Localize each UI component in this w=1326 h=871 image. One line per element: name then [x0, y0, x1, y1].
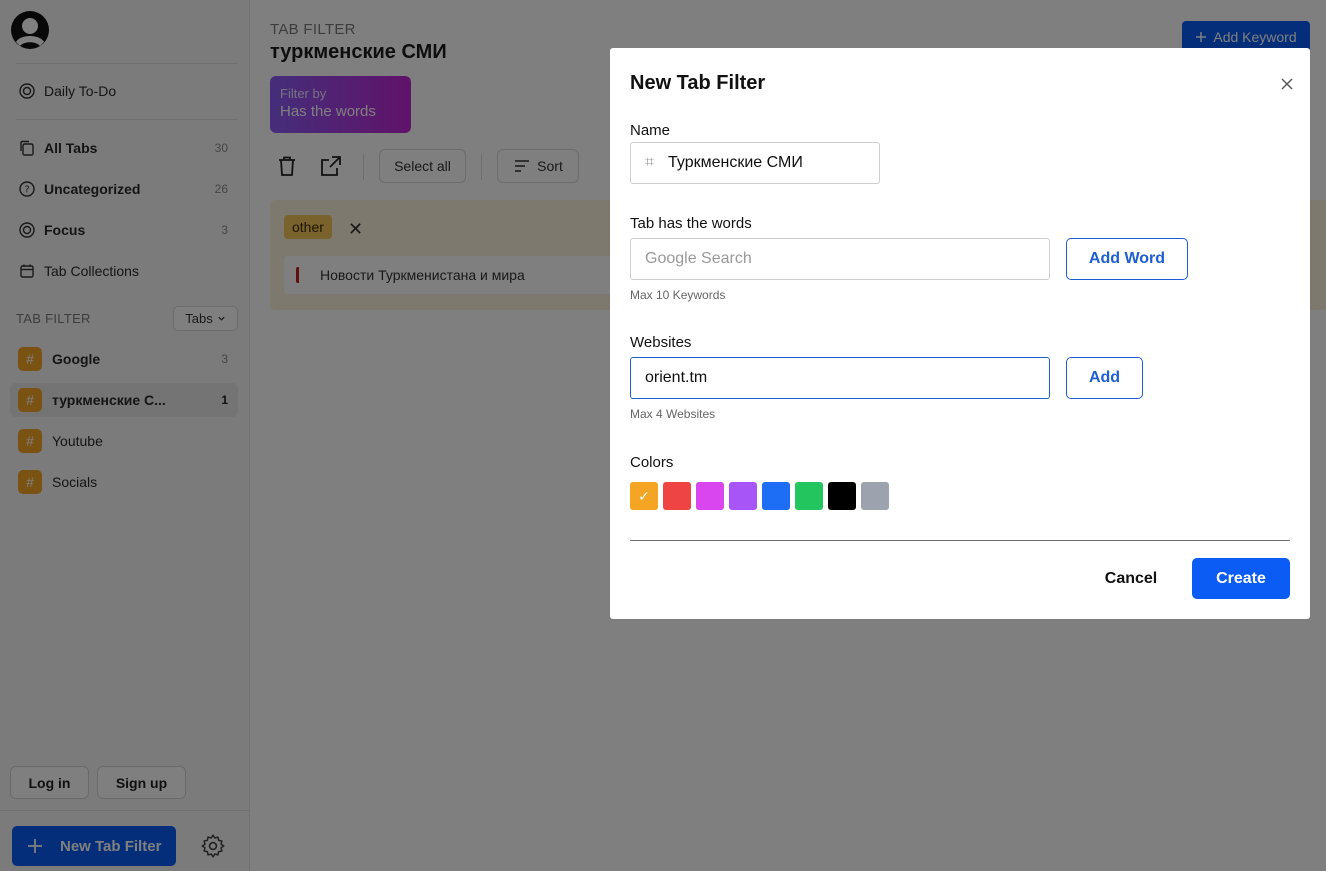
words-placeholder: Google Search [645, 250, 752, 267]
add-website-button[interactable]: Add [1066, 357, 1143, 399]
hash-icon: ⌗ [645, 154, 655, 171]
color-swatch[interactable] [696, 482, 724, 510]
name-value: Туркменские СМИ [668, 154, 803, 171]
add-word-button[interactable]: Add Word [1066, 238, 1188, 280]
color-swatch[interactable] [762, 482, 790, 510]
words-label: Tab has the words [630, 215, 752, 232]
check-icon: ✓ [638, 487, 650, 504]
color-swatch[interactable] [795, 482, 823, 510]
color-swatch[interactable] [663, 482, 691, 510]
websites-label: Websites [630, 334, 692, 351]
cancel-button[interactable]: Cancel [1090, 558, 1172, 600]
color-swatch[interactable]: ✓ [630, 482, 658, 510]
close-icon[interactable] [1278, 75, 1296, 93]
color-swatch[interactable] [729, 482, 757, 510]
words-hint: Max 10 Keywords [630, 288, 726, 302]
colors-label: Colors [630, 454, 674, 471]
websites-value: orient.tm [645, 369, 708, 386]
create-button[interactable]: Create [1192, 558, 1290, 599]
new-tab-filter-dialog: New Tab Filter Name ⌗ Туркменские СМИ Ta… [610, 48, 1310, 619]
color-swatches: ✓ [630, 482, 889, 510]
websites-hint: Max 4 Websites [630, 407, 716, 421]
name-field[interactable]: ⌗ Туркменские СМИ [630, 142, 880, 184]
name-label: Name [630, 122, 671, 139]
words-input[interactable]: Google Search [630, 238, 1050, 280]
color-swatch[interactable] [828, 482, 856, 510]
dialog-title: New Tab Filter [630, 72, 766, 94]
websites-input[interactable]: orient.tm [630, 357, 1050, 399]
dialog-divider [630, 540, 1290, 541]
color-swatch[interactable] [861, 482, 889, 510]
